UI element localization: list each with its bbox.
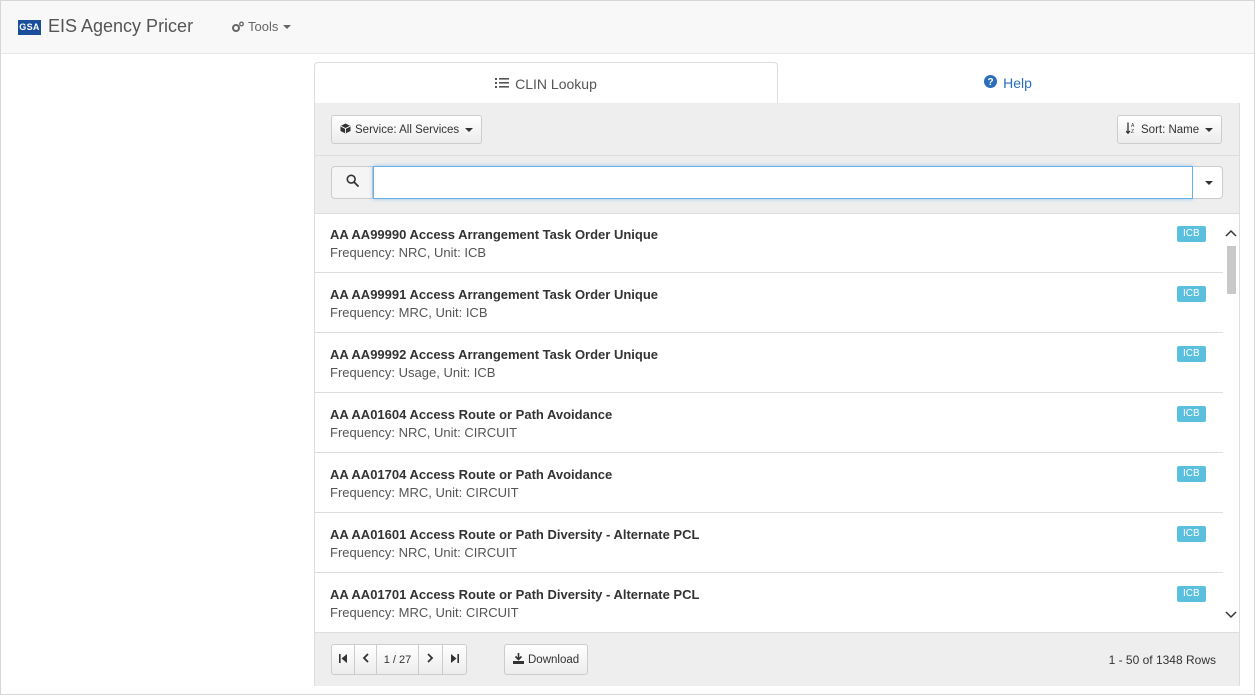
rows-count: 1 - 50 of 1348 Rows bbox=[1108, 653, 1216, 667]
clin-details: Frequency: MRC, Unit: ICB bbox=[330, 305, 488, 320]
chevron-down-icon[interactable] bbox=[1225, 606, 1237, 624]
filter-toolbar: Service: All Services A Z Sort: Name bbox=[315, 103, 1239, 156]
first-page-icon bbox=[339, 653, 347, 666]
tab-help-label: Help bbox=[1003, 74, 1032, 91]
pagination-controls: 1 / 27 bbox=[331, 644, 467, 675]
service-filter-label: Service: All Services bbox=[355, 123, 460, 136]
chevron-right-icon bbox=[427, 653, 434, 666]
clin-title: AA AA01604 Access Route or Path Avoidanc… bbox=[330, 407, 613, 422]
scrollbar-thumb[interactable] bbox=[1227, 246, 1236, 294]
clin-title: AA AA99991 Access Arrangement Task Order… bbox=[330, 287, 659, 302]
tab-help[interactable]: ? Help bbox=[777, 62, 1239, 103]
svg-text:Z: Z bbox=[1131, 129, 1134, 134]
gsa-logo: GSA bbox=[18, 20, 41, 35]
list-item[interactable]: AA AA01604 Access Route or Path Avoidanc… bbox=[315, 394, 1223, 453]
clin-results-list: AA AA99990 Access Arrangement Task Order… bbox=[315, 214, 1223, 632]
search-addon bbox=[331, 166, 373, 199]
tab-clin-lookup-label: CLIN Lookup bbox=[515, 75, 597, 92]
next-page-button[interactable] bbox=[419, 644, 443, 675]
caret-down-icon bbox=[465, 127, 474, 132]
list-item[interactable]: AA AA01601 Access Route or Path Diversit… bbox=[315, 514, 1223, 573]
price-badge: ICB bbox=[1177, 586, 1206, 602]
chevron-left-icon bbox=[362, 653, 369, 666]
clin-details: Frequency: Usage, Unit: ICB bbox=[330, 365, 496, 380]
download-icon bbox=[513, 652, 524, 667]
clin-details: Frequency: MRC, Unit: CIRCUIT bbox=[330, 485, 519, 500]
caret-down-icon bbox=[1204, 180, 1213, 185]
list-item[interactable]: AA AA01701 Access Route or Path Diversit… bbox=[315, 574, 1223, 632]
search-dropdown-button[interactable] bbox=[1193, 166, 1223, 199]
clin-title: AA AA99990 Access Arrangement Task Order… bbox=[330, 227, 659, 242]
question-circle-icon: ? bbox=[984, 74, 998, 91]
list-item[interactable]: AA AA99991 Access Arrangement Task Order… bbox=[315, 274, 1223, 333]
service-filter-button[interactable]: Service: All Services bbox=[331, 115, 483, 144]
chevron-up-icon[interactable] bbox=[1225, 224, 1237, 242]
price-badge: ICB bbox=[1177, 406, 1206, 422]
clin-lookup-panel: Service: All Services A Z Sort: Name AA … bbox=[314, 103, 1240, 686]
cogs-icon bbox=[231, 21, 245, 33]
list-icon bbox=[495, 76, 510, 92]
search-input[interactable] bbox=[373, 166, 1193, 199]
clin-title: AA AA01704 Access Route or Path Avoidanc… bbox=[330, 467, 613, 482]
tab-clin-lookup[interactable]: CLIN Lookup bbox=[314, 62, 778, 104]
cube-icon bbox=[340, 123, 351, 137]
price-badge: ICB bbox=[1177, 286, 1206, 302]
sort-button[interactable]: A Z Sort: Name bbox=[1117, 115, 1223, 144]
list-item[interactable]: AA AA99992 Access Arrangement Task Order… bbox=[315, 334, 1223, 393]
last-page-button[interactable] bbox=[443, 644, 467, 675]
first-page-button[interactable] bbox=[331, 644, 355, 675]
download-label: Download bbox=[528, 653, 580, 666]
caret-down-icon bbox=[283, 24, 292, 29]
clin-details: Frequency: NRC, Unit: CIRCUIT bbox=[330, 545, 518, 560]
price-badge: ICB bbox=[1177, 346, 1206, 362]
price-badge: ICB bbox=[1177, 526, 1206, 542]
list-scrollbar[interactable] bbox=[1223, 214, 1239, 632]
caret-down-icon bbox=[1205, 127, 1214, 132]
download-button[interactable]: Download bbox=[504, 644, 589, 675]
search-bar bbox=[315, 156, 1239, 214]
clin-details: Frequency: NRC, Unit: ICB bbox=[330, 245, 487, 260]
page-indicator: 1 / 27 bbox=[377, 644, 419, 675]
svg-text:?: ? bbox=[988, 77, 994, 88]
app-title[interactable]: EIS Agency Pricer bbox=[48, 16, 193, 37]
pagination-footer: 1 / 27 Download 1 - 50 of 1348 Rows bbox=[315, 632, 1239, 686]
search-icon bbox=[345, 173, 359, 192]
list-item[interactable]: AA AA99990 Access Arrangement Task Order… bbox=[315, 214, 1223, 273]
clin-title: AA AA01701 Access Route or Path Diversit… bbox=[330, 587, 700, 602]
previous-page-button[interactable] bbox=[355, 644, 377, 675]
clin-title: AA AA99992 Access Arrangement Task Order… bbox=[330, 347, 659, 362]
tools-menu[interactable]: Tools bbox=[231, 19, 292, 34]
list-item[interactable]: AA AA01704 Access Route or Path Avoidanc… bbox=[315, 454, 1223, 513]
price-badge: ICB bbox=[1177, 226, 1206, 242]
clin-details: Frequency: MRC, Unit: CIRCUIT bbox=[330, 605, 519, 620]
last-page-icon bbox=[450, 653, 459, 666]
price-badge: ICB bbox=[1177, 466, 1206, 482]
sort-alpha-icon: A Z bbox=[1125, 122, 1137, 137]
tools-label: Tools bbox=[248, 19, 279, 34]
clin-title: AA AA01601 Access Route or Path Diversit… bbox=[330, 527, 700, 542]
navbar: GSA EIS Agency Pricer Tools bbox=[1, 1, 1254, 54]
sort-label: Sort: Name bbox=[1141, 123, 1200, 136]
clin-details: Frequency: NRC, Unit: CIRCUIT bbox=[330, 425, 518, 440]
